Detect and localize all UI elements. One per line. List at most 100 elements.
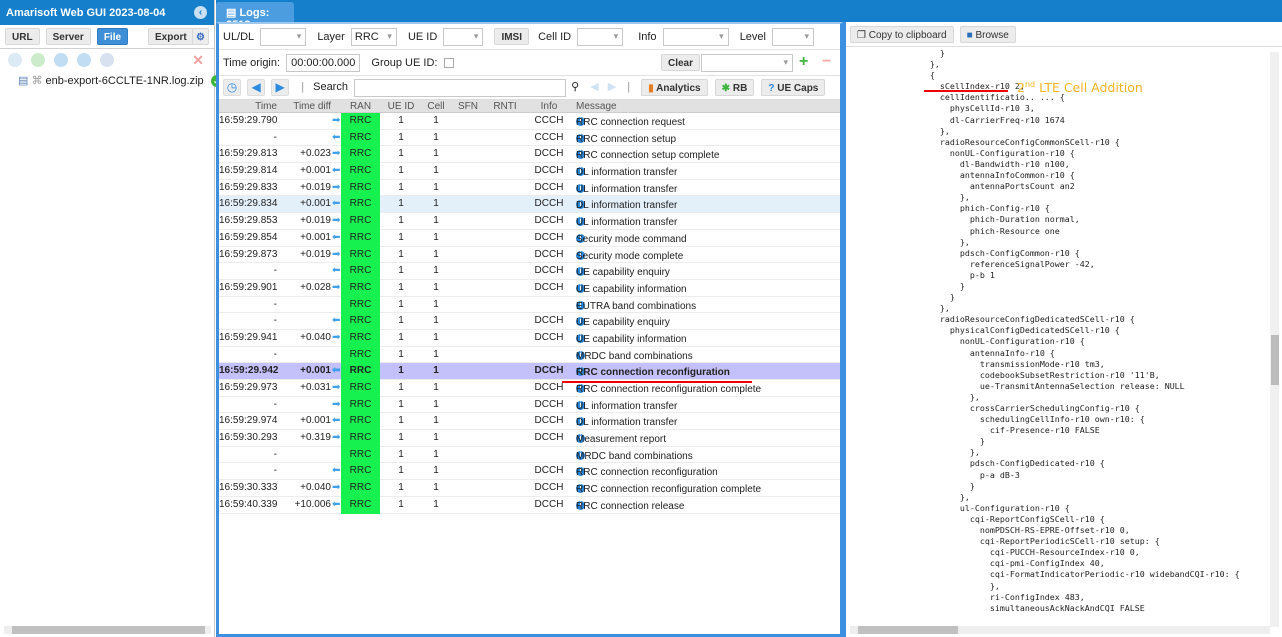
cell-time: 16:59:30.333 — [219, 482, 278, 494]
col-time[interactable]: Time — [219, 101, 277, 112]
table-row[interactable]: - ⬅ RRC 1 1 DCCH i RRC connection reconfigurati… — [219, 463, 840, 481]
col-info[interactable]: Info — [524, 101, 574, 112]
code-line: physCellId-r10 3, — [850, 103, 1035, 114]
table-row[interactable]: 16:59:29.853 +0.019 ➡ RRC 1 1 DCCH i UL informat… — [219, 213, 840, 230]
remove-icon[interactable]: − — [822, 53, 831, 71]
layer-select[interactable]: RRC — [350, 28, 397, 46]
chart-icon: ▮ — [648, 83, 654, 94]
table-row[interactable]: 16:59:29.854 +0.001 ⬅ RRC 1 1 DCCH i Security mo… — [219, 229, 840, 247]
uecaps-button[interactable]: ? UE Caps — [761, 79, 826, 96]
table-row[interactable]: - RRC 1 1 i MRDC band combinations — [219, 446, 840, 464]
table-row[interactable]: 16:59:29.833 +0.019 ➡ RRC 1 1 DCCH i UL informat… — [219, 179, 840, 197]
server-button[interactable]: Server — [45, 28, 91, 45]
cell-info: DCCH — [534, 432, 564, 444]
uldl-select[interactable] — [260, 28, 307, 46]
table-row[interactable]: - RRC 1 1 i EUTRA band combinations — [219, 296, 840, 314]
table-row[interactable]: 16:59:30.293 +0.319 ➡ RRC 1 1 DCCH i Measurement… — [219, 430, 840, 447]
check-icon[interactable] — [31, 53, 46, 67]
search-icon[interactable] — [8, 53, 22, 67]
cell-time: - — [273, 265, 277, 277]
cell-time-diff: +0.031 — [300, 382, 331, 393]
file-button[interactable]: File — [96, 28, 129, 45]
vertical-scrollbar[interactable] — [1270, 52, 1279, 627]
cell-time: 16:59:29.833 — [219, 181, 278, 193]
copy-button[interactable]: ❐ Copy to clipboard — [850, 26, 954, 43]
binoculars-icon[interactable]: ⚲ — [571, 81, 579, 93]
time-origin-input[interactable]: 00:00:00.000 — [286, 54, 361, 72]
rb-button[interactable]: ✱ RB — [714, 79, 755, 96]
next-icon[interactable]: ▶ — [271, 79, 290, 96]
table-row[interactable]: 16:59:29.942 +0.001 ⬅ RRC 1 1 DCCH i RRC connect… — [219, 363, 840, 380]
info-select[interactable] — [662, 28, 729, 46]
table-row[interactable]: 16:59:29.901 +0.028 ➡ RRC 1 1 DCCH i UE capabili… — [219, 279, 840, 297]
col-ue-id[interactable]: UE ID — [381, 101, 421, 112]
code-line: }, — [850, 59, 940, 70]
table-row[interactable]: 16:59:29.873 +0.019 ➡ RRC 1 1 DCCH i Security mo… — [219, 246, 840, 264]
cell-time-diff: +0.040 — [300, 331, 331, 343]
refresh-icon[interactable] — [54, 53, 69, 67]
play-icon[interactable] — [77, 53, 92, 67]
col-ran[interactable]: RAN — [341, 101, 380, 112]
table-row[interactable]: - ⬅ RRC 1 1 DCCH i UE capability enquiry — [219, 313, 840, 330]
cell-time: - — [273, 315, 277, 327]
collapse-panel-icon[interactable]: ‹ — [194, 6, 207, 19]
cell-ue-id: 1 — [398, 131, 404, 143]
table-row[interactable]: 16:59:29.813 +0.023 ➡ RRC 1 1 DCCH i RRC connect… — [219, 146, 840, 164]
cell-ran: RRC — [341, 179, 380, 197]
clear-button[interactable]: Clear — [661, 54, 701, 71]
table-row[interactable]: - RRC 1 1 i MRDC band combinations — [219, 346, 840, 364]
table-row[interactable]: 16:59:30.333 +0.040 ➡ RRC 1 1 DCCH i RRC connect… — [219, 480, 840, 497]
time-bar: Time origin: 00:00:00.000 Group UE ID: C… — [219, 50, 840, 76]
table-row[interactable]: - ⬅ RRC 1 1 CCCH i RRC connection setup — [219, 129, 840, 147]
export-button[interactable]: Export — [148, 28, 194, 45]
file-list-item[interactable]: ▤ ⌘ enb-export-6CCLTE-1NR.log.zip ✓ — [0, 71, 223, 89]
cell-ran: RRC — [341, 129, 380, 147]
table-row[interactable]: 16:59:40.339 +10.006 ⬅ RRC 1 1 DCCH i RRC connec… — [219, 496, 840, 514]
cell-cell: 1 — [433, 265, 439, 277]
code-line: physicalConfigDedicatedSCell-r10 { — [850, 325, 1120, 336]
col-sfn[interactable]: SFN — [451, 101, 485, 112]
search-next-icon[interactable]: ▶ — [608, 81, 616, 93]
table-row[interactable]: 16:59:29.974 +0.001 ⬅ RRC 1 1 DCCH i DL informat… — [219, 413, 840, 431]
col-time-diff[interactable]: Time diff — [285, 101, 331, 112]
close-icon[interactable]: ✕ — [192, 52, 204, 69]
separator: | — [301, 81, 305, 93]
group-ue-checkbox[interactable] — [443, 58, 454, 68]
cell-info: DCCH — [534, 215, 564, 227]
col-message[interactable]: Message — [576, 101, 617, 112]
analytics-button[interactable]: ▮ Analytics — [641, 79, 708, 96]
ueid-select[interactable] — [443, 28, 484, 46]
table-row[interactable]: - ⬅ RRC 1 1 DCCH i UE capability enquiry — [219, 263, 840, 280]
uplink-arrow-icon: ➡ — [332, 482, 341, 494]
col-cell[interactable]: Cell — [422, 101, 450, 112]
add-icon[interactable]: + — [799, 53, 808, 71]
table-row[interactable]: - ➡ RRC 1 1 DCCH i UL information transfer — [219, 396, 840, 414]
table-row[interactable]: 16:59:29.834 +0.001 ⬅ RRC 1 1 DCCH i DL informat… — [219, 196, 840, 214]
cell-ue-id: 1 — [398, 498, 404, 510]
col-rnti[interactable]: RNTI — [487, 101, 523, 112]
preset-select[interactable] — [701, 54, 793, 72]
uplink-arrow-icon: ➡ — [332, 382, 341, 393]
url-button[interactable]: URL — [5, 28, 40, 45]
tab-logs[interactable]: ▤ Logs: 2513 — [216, 2, 294, 31]
group-ue-label: Group UE ID: — [371, 57, 438, 69]
imsi-button[interactable]: IMSI — [494, 28, 529, 45]
horizontal-scrollbar[interactable] — [850, 626, 1270, 634]
cell-cell: 1 — [433, 348, 439, 360]
horizontal-scrollbar[interactable] — [4, 626, 211, 634]
table-row[interactable]: 16:59:29.814 +0.001 ⬅ RRC 1 1 DCCH i DL informat… — [219, 163, 840, 180]
code-line: cqi-PUCCH-ResourceIndex-r10 0, — [850, 547, 1140, 558]
table-row[interactable]: 16:59:29.790 ➡ RRC 1 1 CCCH i RRC connection re… — [219, 113, 840, 130]
cellid-select[interactable] — [577, 28, 624, 46]
browse-button[interactable]: ■ Browse — [959, 26, 1016, 43]
table-row[interactable]: 16:59:29.941 +0.040 ➡ RRC 1 1 DCCH i UE capabili… — [219, 329, 840, 347]
prev-icon[interactable]: ◀ — [247, 79, 266, 96]
settings-icon[interactable]: ⚙ — [192, 28, 209, 45]
clock-icon[interactable]: ◷ — [223, 79, 241, 96]
level-select[interactable] — [772, 28, 815, 46]
search-prev-icon[interactable]: ◀ — [590, 81, 598, 93]
settings-icon[interactable] — [100, 53, 115, 67]
cell-ran: RRC — [341, 480, 380, 497]
code-line: } — [850, 480, 975, 491]
search-input[interactable] — [354, 79, 567, 97]
